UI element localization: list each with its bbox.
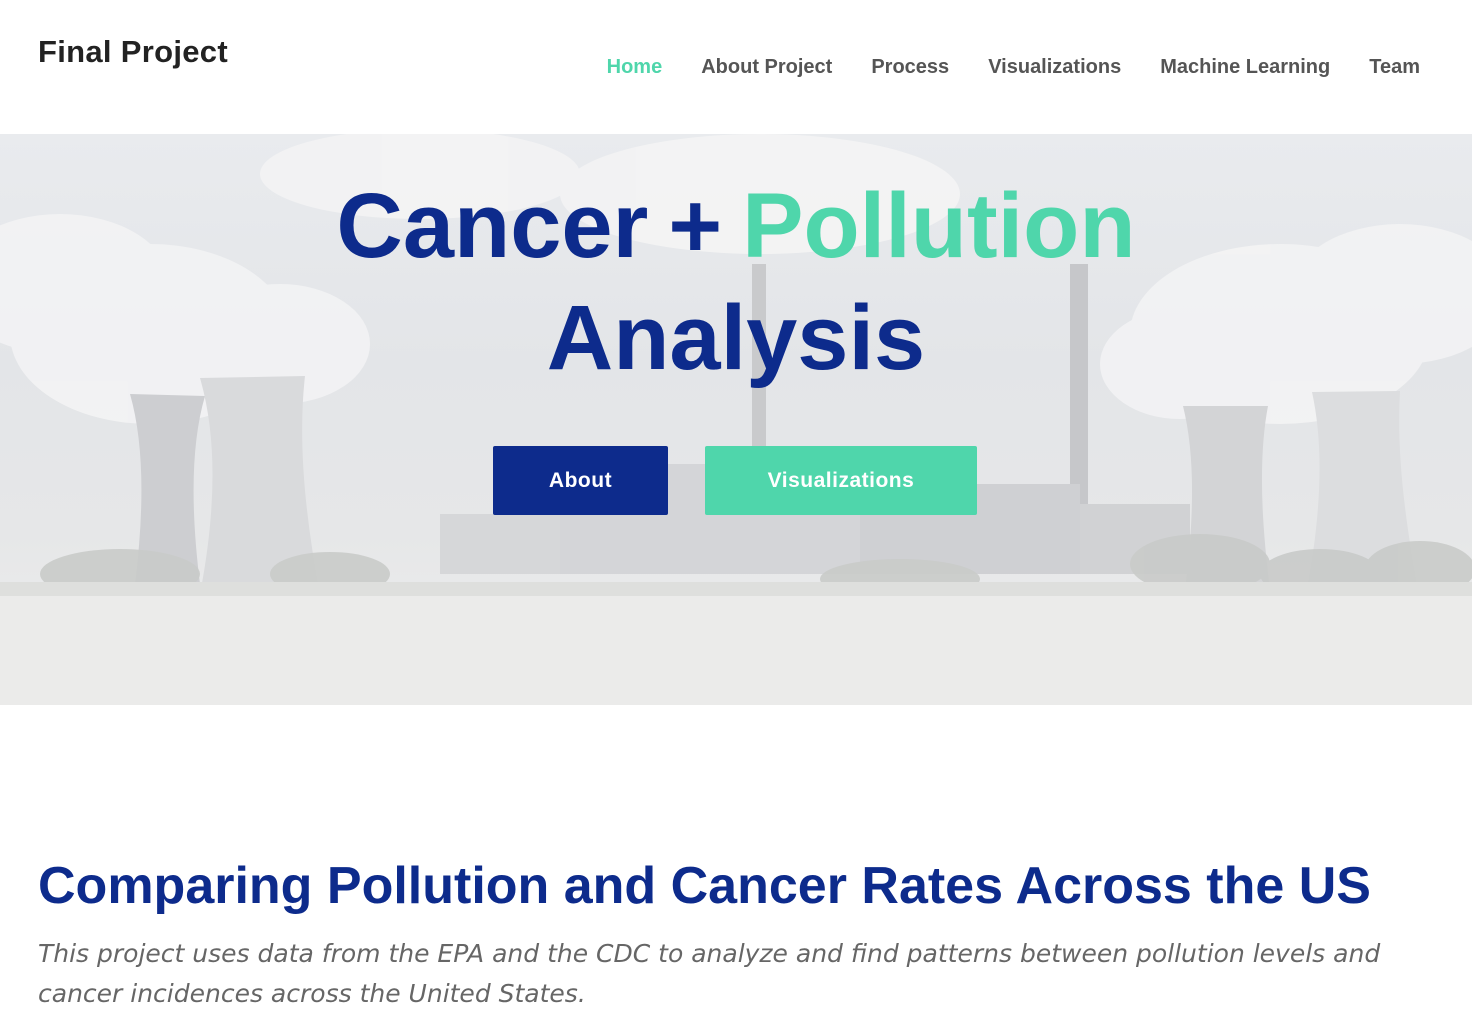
site-header: Final Project Home About Project Process…	[0, 0, 1472, 134]
nav-visualizations[interactable]: Visualizations	[988, 56, 1121, 79]
hero-title-pollution: Pollution	[742, 175, 1136, 277]
hero-title-cancer: Cancer	[336, 175, 649, 277]
nav-about-project[interactable]: About Project	[701, 56, 832, 79]
nav-machine-learning[interactable]: Machine Learning	[1160, 56, 1330, 79]
brand-title[interactable]: Final Project	[38, 34, 228, 70]
section-heading: Comparing Pollution and Cancer Rates Acr…	[38, 857, 1371, 915]
hero-section: Cancer + Pollution Analysis About Visualiz…	[0, 134, 1472, 705]
nav-team[interactable]: Team	[1369, 56, 1420, 79]
visualizations-button[interactable]: Visualizations	[705, 446, 977, 515]
hero-title: Cancer + Pollution Analysis	[0, 170, 1472, 394]
nav-process[interactable]: Process	[871, 56, 949, 79]
hero-title-analysis: Analysis	[546, 287, 926, 389]
about-button[interactable]: About	[493, 446, 668, 515]
section-description: This project uses data from the EPA and …	[38, 939, 1381, 1008]
nav-home[interactable]: Home	[607, 56, 663, 79]
main-nav: Home About Project Process Visualization…	[568, 56, 1420, 79]
hero-title-plus: +	[668, 175, 723, 277]
